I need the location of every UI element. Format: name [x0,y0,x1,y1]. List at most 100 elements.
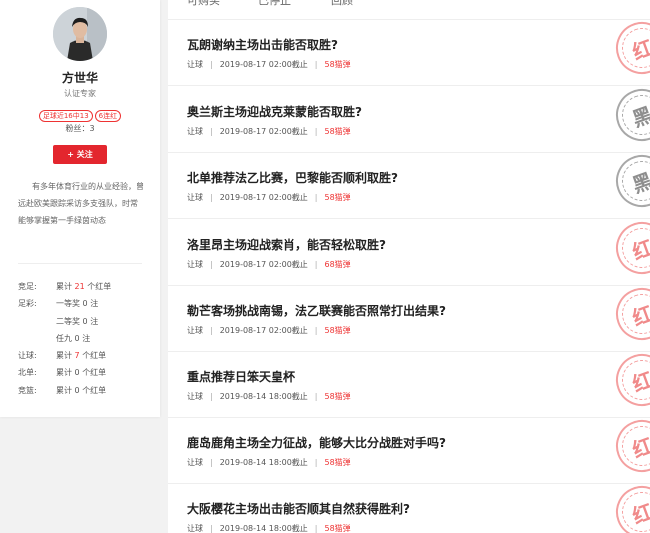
item-title[interactable]: 大阪樱花主场出击能否顺其自然获得胜利? [187,500,410,517]
stat-label [18,330,56,347]
list-item[interactable]: 北单推荐法乙比赛，巴黎能否顺利取胜? 让球 | 2019-08-17 02:00截止 |… [168,153,650,219]
separator: | [210,392,213,401]
list-item[interactable]: 鹿岛鹿角主场全力征战，能够大比分战胜对手吗? 让球 | 2019-08-14 18:0… [168,418,650,484]
stat-row: 二等奖 0 注 [18,313,148,330]
item-meta: 让球 | 2019-08-17 02:00截止 | 58猫弹 [187,192,351,203]
item-deadline: 2019-08-14 18:00截止 [219,392,308,401]
item-type: 让球 [187,458,203,467]
tab-available[interactable]: 可购买 [187,0,220,8]
list-item[interactable]: 奥兰斯主场迎战克莱蒙能否取胜? 让球 | 2019-08-17 02:00截止 | 58猫… [168,87,650,153]
stat-label: 竞足: [18,282,37,291]
item-type: 让球 [187,392,203,401]
result-stamp-icon: 红 [608,20,650,82]
item-type: 让球 [187,326,203,335]
separator: | [210,524,213,533]
item-type: 让球 [187,127,203,136]
item-meta: 让球 | 2019-08-17 02:00截止 | 58猫弹 [187,325,351,336]
stat-value: 累计 21 个红单 [56,282,112,291]
divider [18,263,142,264]
separator: | [210,458,213,467]
tab-bar: 可购买 已停止 回顾 [168,0,650,20]
item-deadline: 2019-08-17 02:00截止 [219,60,308,69]
stat-value: 累计 7 个红单 [56,351,107,361]
item-meta: 让球 | 2019-08-17 02:00截止 | 68猫弹 [187,259,351,270]
result-stamp-icon: 红 [608,220,650,282]
item-title[interactable]: 洛里昂主场迎战索肖，能否轻松取胜? [187,236,386,253]
item-title[interactable]: 重点推荐日笨天皇杯 [187,368,295,385]
item-price: 68猫弹 [324,260,351,269]
record-badge: 足球近16中13 [38,110,93,122]
separator: | [210,326,213,335]
stat-row: 任九 0 注 [18,330,148,347]
item-type: 让球 [187,260,203,269]
stat-value: 累计 0 个红单 [56,385,107,395]
stat-row: 让球: 累计 7 个红单 [18,347,148,364]
follow-button[interactable]: + 关注 [53,145,107,164]
item-price: 58猫弹 [324,524,351,533]
avatar[interactable] [53,7,107,61]
stats-list: 竞足: 累计 21 个红单 足彩: 一等奖 0 注 二等奖 0 注 任九 0 注 让… [18,278,148,399]
stat-row: 竞篮: 累计 0 个红单 [18,382,148,399]
separator: | [314,326,318,335]
item-meta: 让球 | 2019-08-14 18:00截止 | 58猫弹 [187,457,351,468]
item-price: 58猫弹 [324,127,351,136]
stat-label: 北单: [18,368,37,378]
separator: | [210,193,213,202]
item-title[interactable]: 瓦朗谢纳主场出击能否取胜? [187,36,338,53]
tab-stopped[interactable]: 已停止 [258,0,291,8]
result-stamp-icon: 红 [608,484,650,533]
item-title[interactable]: 奥兰斯主场迎战克莱蒙能否取胜? [187,103,362,120]
stat-label: 让球: [18,351,37,361]
item-price: 58猫弹 [324,326,351,335]
stat-label: 足彩: [18,299,37,309]
result-stamp-icon: 红 [608,418,650,480]
item-type: 让球 [187,524,203,533]
item-deadline: 2019-08-17 02:00截止 [219,326,308,335]
stat-label: 竞篮: [18,385,37,395]
item-price: 58猫弹 [324,458,351,467]
list-item[interactable]: 勒芒客场挑战南锡，法乙联赛能否照常打出结果? 让球 | 2019-08-17 02:0… [168,286,650,352]
list-item[interactable]: 大阪樱花主场出击能否顺其自然获得胜利? 让球 | 2019-08-14 18:00截止… [168,484,650,533]
separator: | [314,392,318,401]
fans-count: 粉丝：3 [65,124,95,133]
stat-value: 累计 0 个红单 [56,368,107,378]
item-deadline: 2019-08-17 02:00截止 [219,193,308,202]
item-meta: 让球 | 2019-08-17 02:00截止 | 58猫弹 [187,126,351,137]
stat-value: 二等奖 0 注 [56,316,99,326]
stat-value: 一等奖 0 注 [56,299,99,309]
tab-review[interactable]: 回顾 [331,0,353,8]
item-deadline: 2019-08-14 18:00截止 [219,458,308,467]
separator: | [314,60,318,69]
record-badges: 足球近16中13 6连红 [0,103,160,122]
expert-bio: 有多年体育行业的从业经验，曾远赴欧美跟踪采访多支强队，时常能够掌握第一手绿茵动态 [18,182,144,225]
list-item[interactable]: 瓦朗谢纳主场出击能否取胜? 让球 | 2019-08-17 02:00截止 | 58猫弹 红 [168,20,650,86]
stat-row: 竞足: 累计 21 个红单 [18,278,148,295]
expert-profile-card: 方世华 认证专家 足球近16中13 6连红 粉丝：3 + 关注 有多年体育行业的从… [0,0,160,417]
separator: | [314,260,318,269]
expert-role: 认证专家 [64,89,96,98]
item-deadline: 2019-08-14 18:00截止 [219,524,308,533]
list-item[interactable]: 洛里昂主场迎战索肖，能否轻松取胜? 让球 | 2019-08-17 02:00截止 | 6… [168,220,650,286]
separator: | [314,524,318,533]
item-type: 让球 [187,193,203,202]
recommendation-list-panel: 可购买 已停止 回顾 瓦朗谢纳主场出击能否取胜? 让球 | 2019-08-17 02… [168,0,650,533]
separator: | [210,260,213,269]
stat-label [18,313,56,330]
separator: | [314,458,318,467]
separator: | [210,60,213,69]
streak-badge: 6连红 [94,110,122,122]
item-meta: 让球 | 2019-08-14 18:00截止 | 58猫弹 [187,391,351,402]
item-deadline: 2019-08-17 02:00截止 [219,127,308,136]
item-meta: 让球 | 2019-08-14 18:00截止 | 58猫弹 [187,523,351,533]
expert-name: 方世华 [61,71,98,85]
stat-row: 北单: 累计 0 个红单 [18,364,148,381]
item-title[interactable]: 北单推荐法乙比赛，巴黎能否顺利取胜? [187,169,398,186]
item-title[interactable]: 勒芒客场挑战南锡，法乙联赛能否照常打出结果? [187,302,446,319]
result-stamp-icon: 红 [608,286,650,348]
item-price: 58猫弹 [324,60,351,69]
result-stamp-icon: 黑 [608,87,650,149]
item-title[interactable]: 鹿岛鹿角主场全力征战，能够大比分战胜对手吗? [187,434,446,451]
result-stamp-icon: 红 [608,352,650,414]
item-price: 58猫弹 [324,392,351,401]
list-item[interactable]: 重点推荐日笨天皇杯让球 | 2019-08-14 18:00截止 | 58猫弹 红 [168,352,650,418]
